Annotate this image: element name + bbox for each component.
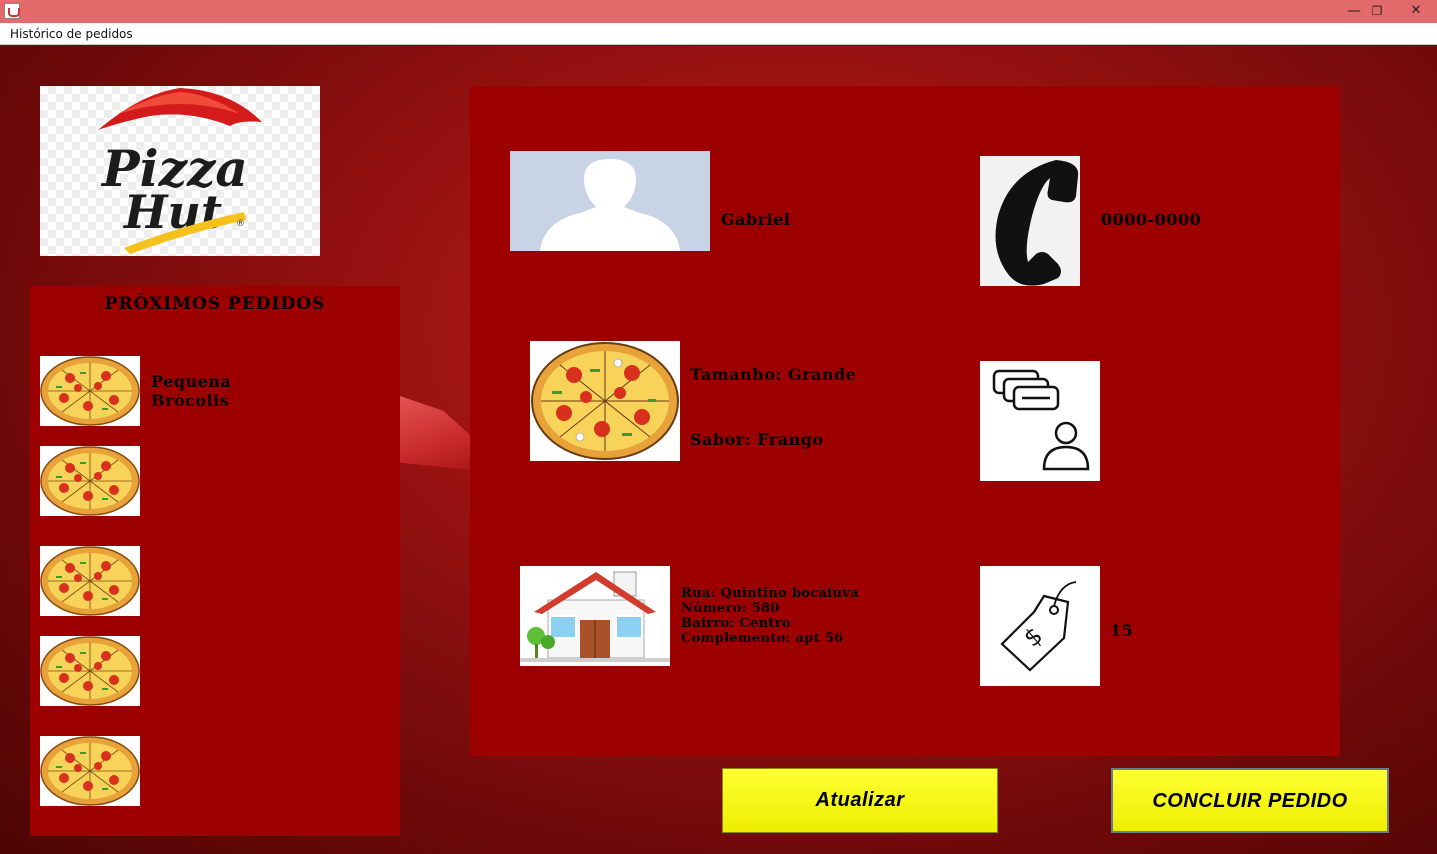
order-1-size: Pequena	[151, 372, 232, 391]
order-pizza-thumbnail[interactable]	[40, 356, 140, 426]
price-tag-symbol: $	[1018, 621, 1048, 652]
logo-text-hut: Hut	[122, 185, 222, 239]
chat-observations-icon	[980, 361, 1100, 481]
pizza-icon	[530, 341, 680, 461]
pizza-hut-logo: Pizza Hut ®	[40, 86, 320, 256]
upcoming-orders-panel: PRÓXIMOS PEDIDOS Pequena Brocolis	[30, 286, 400, 836]
refresh-button[interactable]: Atualizar	[722, 768, 998, 833]
order-pizza-thumbnail[interactable]	[40, 546, 140, 616]
pizza-size: Tamanho: Grande	[690, 365, 857, 384]
order-pizza-thumbnail[interactable]	[40, 736, 140, 806]
java-app-icon	[4, 3, 20, 19]
phone-icon	[980, 156, 1080, 286]
close-button[interactable]: ✕	[1404, 2, 1428, 20]
order-1-details: Pequena Brocolis	[151, 372, 231, 410]
menu-bar: Histórico de pedidos	[0, 23, 1437, 45]
address-street: Rua: Quintino bocaiuva	[681, 586, 859, 601]
restore-button[interactable]: ❐	[1365, 2, 1389, 20]
menu-historico-pedidos[interactable]: Histórico de pedidos	[10, 27, 133, 41]
upcoming-orders-title: PRÓXIMOS PEDIDOS	[104, 294, 326, 314]
delivery-address: Rua: Quintino bocaiuva Número: 580 Bairr…	[681, 586, 859, 646]
address-district: Bairro: Centro	[681, 616, 791, 631]
house-icon	[520, 566, 670, 666]
pizza-flavor: Sabor: Frango	[690, 430, 824, 449]
order-price: 15	[1110, 621, 1134, 640]
order-1-flavor: Brocolis	[151, 391, 230, 410]
price-tag-icon: $	[980, 566, 1100, 686]
title-bar: — ❐ ✕	[0, 0, 1437, 23]
order-details-panel: Gabriel 0000-0000 Tamanho: Grande Sabor:…	[470, 86, 1340, 756]
finish-order-button[interactable]: CONCLUIR PEDIDO	[1111, 768, 1389, 833]
logo-registered-mark: ®	[236, 219, 245, 229]
order-pizza-thumbnail[interactable]	[40, 446, 140, 516]
user-avatar-icon	[510, 151, 710, 251]
customer-phone: 0000-0000	[1101, 210, 1202, 229]
address-number: Número: 580	[681, 601, 780, 616]
order-pizza-thumbnail[interactable]	[40, 636, 140, 706]
minimize-button[interactable]: —	[1342, 2, 1366, 20]
customer-name: Gabriel	[721, 210, 791, 229]
address-complement: Complemento: apt 56	[681, 631, 844, 646]
